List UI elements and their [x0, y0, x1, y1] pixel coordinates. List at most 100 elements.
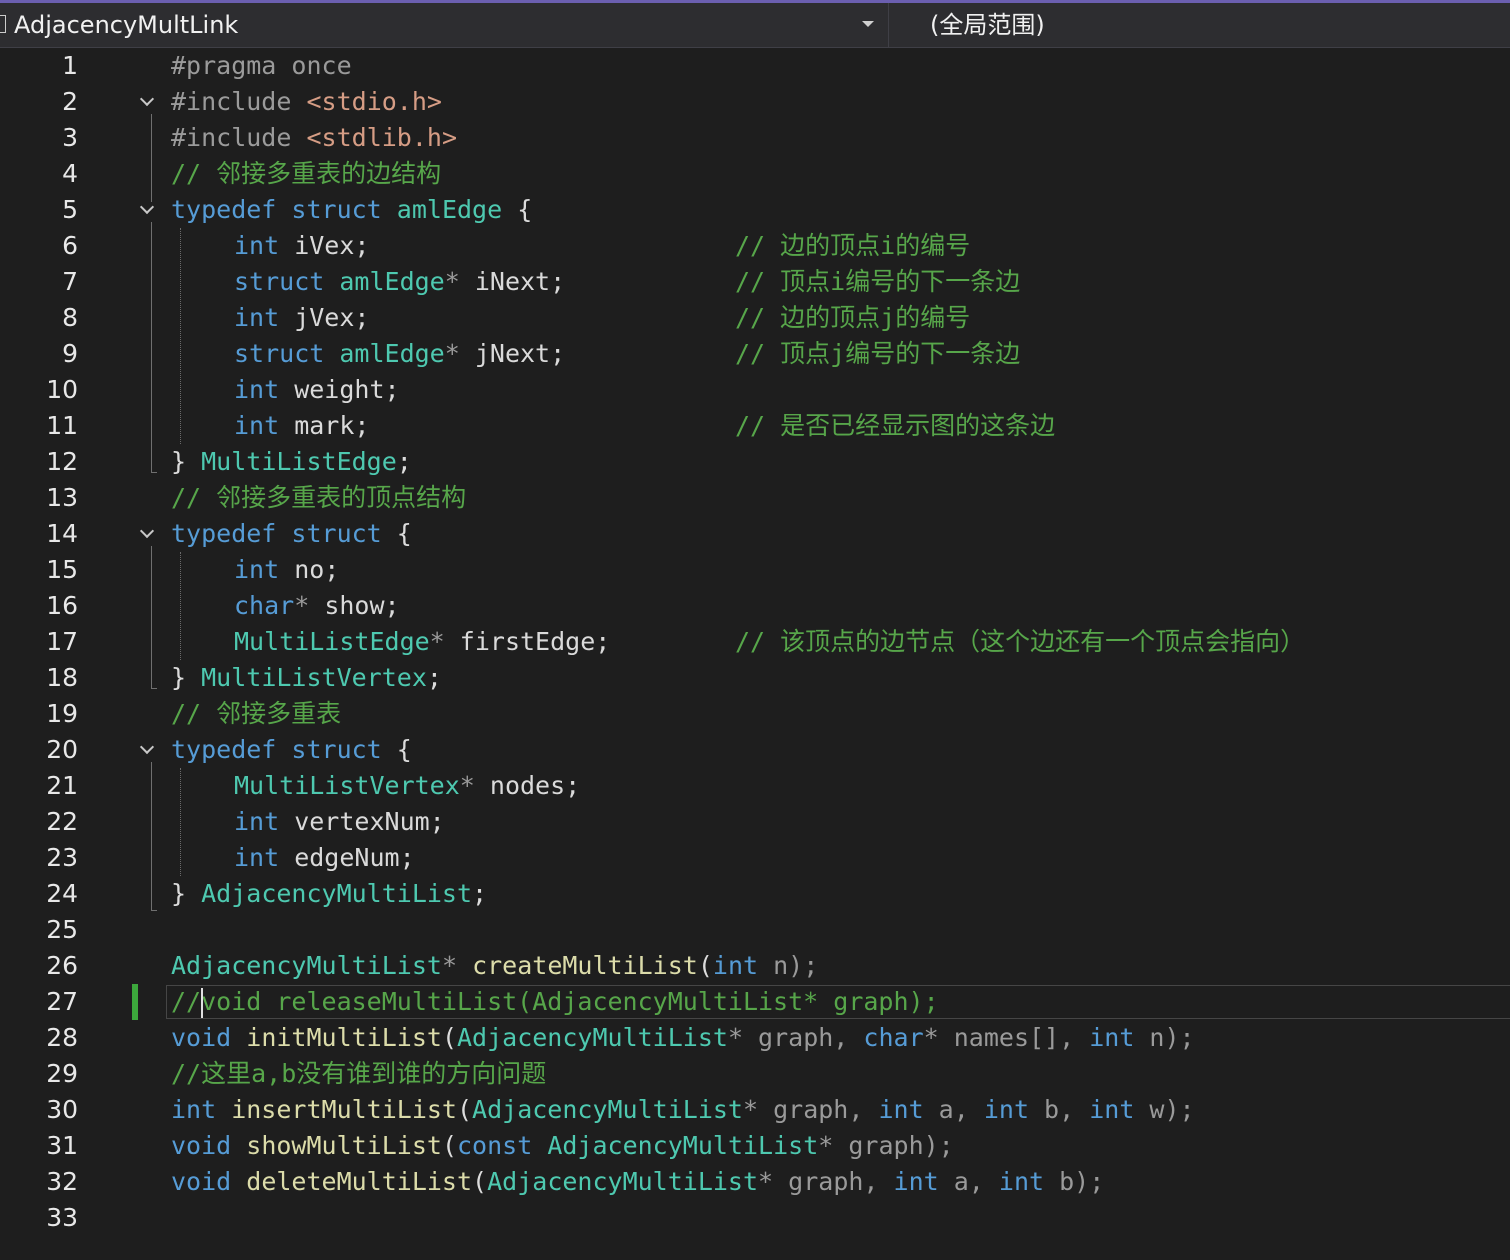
global-scope-dropdown[interactable]: (全局范围): [930, 3, 1045, 47]
code-line: 16 char* show;: [0, 588, 1510, 624]
code-text: int iVex;: [234, 228, 369, 264]
line-number: 27: [46, 987, 78, 1016]
function-name: createMultiList: [472, 951, 698, 980]
line-number: 15: [46, 555, 78, 584]
function-name: initMultiList: [231, 1023, 442, 1052]
code-line: 33: [0, 1200, 1510, 1236]
code-line: 10 int weight;: [0, 372, 1510, 408]
pointer: *: [818, 1131, 834, 1160]
keyword: int: [234, 555, 280, 584]
line-number: 12: [46, 447, 78, 476]
chevron-down-icon[interactable]: [862, 21, 874, 27]
comment: // 邻接多重表: [171, 699, 342, 728]
identifier: jNext;: [459, 339, 566, 368]
line-number: 28: [46, 1023, 78, 1052]
comment: // 邻接多重表的顶点结构: [171, 483, 467, 512]
function-name: deleteMultiList: [231, 1167, 473, 1196]
code-text: char* show;: [234, 588, 400, 624]
keyword: struct: [234, 267, 325, 296]
code-line: 23 int edgeNum;: [0, 840, 1510, 876]
header-name: <stdio.h>: [306, 87, 442, 116]
param: graph,: [743, 1023, 864, 1052]
code-line: 12 } MultiListEdge;: [0, 444, 1510, 480]
brace: {: [502, 195, 533, 224]
pointer: *: [459, 771, 475, 800]
chevron-down-icon[interactable]: [139, 91, 155, 107]
line-number: 20: [46, 735, 78, 764]
file-scope-label: AdjacencyMultLink: [14, 11, 239, 39]
keyword: void: [171, 1131, 232, 1160]
type-name: MultiListVertex: [201, 663, 427, 692]
keyword: const: [457, 1131, 533, 1160]
keyword: void: [171, 1167, 232, 1196]
param: a,: [923, 1095, 984, 1124]
code-text: #include <stdlib.h>: [171, 120, 457, 156]
chevron-down-icon[interactable]: [139, 199, 155, 215]
keyword: int: [234, 411, 280, 440]
text-cursor: [201, 988, 204, 1018]
line-number: 10: [46, 375, 78, 404]
code-line: 13 // 邻接多重表的顶点结构: [0, 480, 1510, 516]
code-line: 19 // 邻接多重表: [0, 696, 1510, 732]
code-text: int edgeNum;: [234, 840, 415, 876]
pointer: *: [742, 1095, 759, 1124]
code-text: void deleteMultiList(AdjacencyMultiList*…: [171, 1164, 1104, 1200]
keyword: int: [234, 303, 280, 332]
code-text: typedef struct {: [171, 516, 412, 552]
code-text: #pragma once: [171, 48, 352, 84]
code-text: typedef struct {: [171, 732, 412, 768]
pointer: *: [923, 1023, 939, 1052]
type-name: amlEdge: [339, 267, 445, 296]
identifier: weight;: [279, 375, 400, 404]
keyword: int: [234, 375, 280, 404]
line-number: 8: [62, 303, 78, 332]
navigation-bar: AdjacencyMultLink (全局范围): [0, 3, 1510, 48]
code-text: int vertexNum;: [234, 804, 445, 840]
chevron-down-icon[interactable]: [139, 739, 155, 755]
comment: //这里a,b没有谁到谁的方向问题: [171, 1059, 547, 1088]
line-number: 11: [46, 411, 78, 440]
code-line: 20 typedef struct {: [0, 732, 1510, 768]
type-name: AdjacencyMultiList: [457, 1023, 728, 1052]
line-number: 19: [46, 699, 78, 728]
keyword: typedef: [171, 735, 277, 764]
keyword: struct: [234, 339, 325, 368]
pointer: *: [429, 627, 445, 656]
code-text: void initMultiList(AdjacencyMultiList* g…: [171, 1020, 1195, 1056]
line-number: 25: [46, 915, 78, 944]
type-name: AdjacencyMultiList: [547, 1131, 819, 1160]
function-name: showMultiList: [231, 1131, 442, 1160]
type-name: AdjacencyMultiList: [171, 951, 442, 980]
identifier: jVex;: [279, 303, 370, 332]
code-line: 14 typedef struct {: [0, 516, 1510, 552]
code-text: int weight;: [234, 372, 400, 408]
line-number: 31: [46, 1131, 78, 1160]
type-name: MultiListEdge: [201, 447, 397, 476]
preprocessor-token: #include: [171, 123, 292, 152]
code-line: 28 void initMultiList(AdjacencyMultiList…: [0, 1020, 1510, 1056]
keyword: void: [171, 1023, 232, 1052]
line-number: 21: [46, 771, 78, 800]
code-text: int no;: [234, 552, 339, 588]
keyword: int: [983, 1095, 1029, 1124]
line-number: 29: [46, 1059, 78, 1088]
code-editor[interactable]: 1 #pragma once 2 #include <stdio.h> 3 #i…: [0, 48, 1510, 1260]
code-line: 2 #include <stdio.h>: [0, 84, 1510, 120]
paren: (: [456, 1095, 473, 1124]
type-name: AdjacencyMultiList: [472, 1095, 743, 1124]
file-scope-dropdown[interactable]: AdjacencyMultLink: [0, 3, 889, 47]
paren: (: [697, 951, 713, 980]
comment: // 邻接多重表的边结构: [171, 159, 442, 188]
keyword: int: [712, 951, 759, 980]
code-line: 5 typedef struct amlEdge {: [0, 192, 1510, 228]
comment: // 顶点i编号的下一条边: [735, 267, 1021, 296]
identifier: mark;: [279, 411, 370, 440]
keyword: int: [234, 807, 280, 836]
pointer: *: [444, 339, 460, 368]
chevron-down-icon[interactable]: [139, 523, 155, 539]
code-line: 25: [0, 912, 1510, 948]
code-text: MultiListVertex* nodes;: [234, 768, 580, 804]
comment: // 该顶点的边节点（这个边还有一个顶点会指向）: [735, 627, 1306, 656]
